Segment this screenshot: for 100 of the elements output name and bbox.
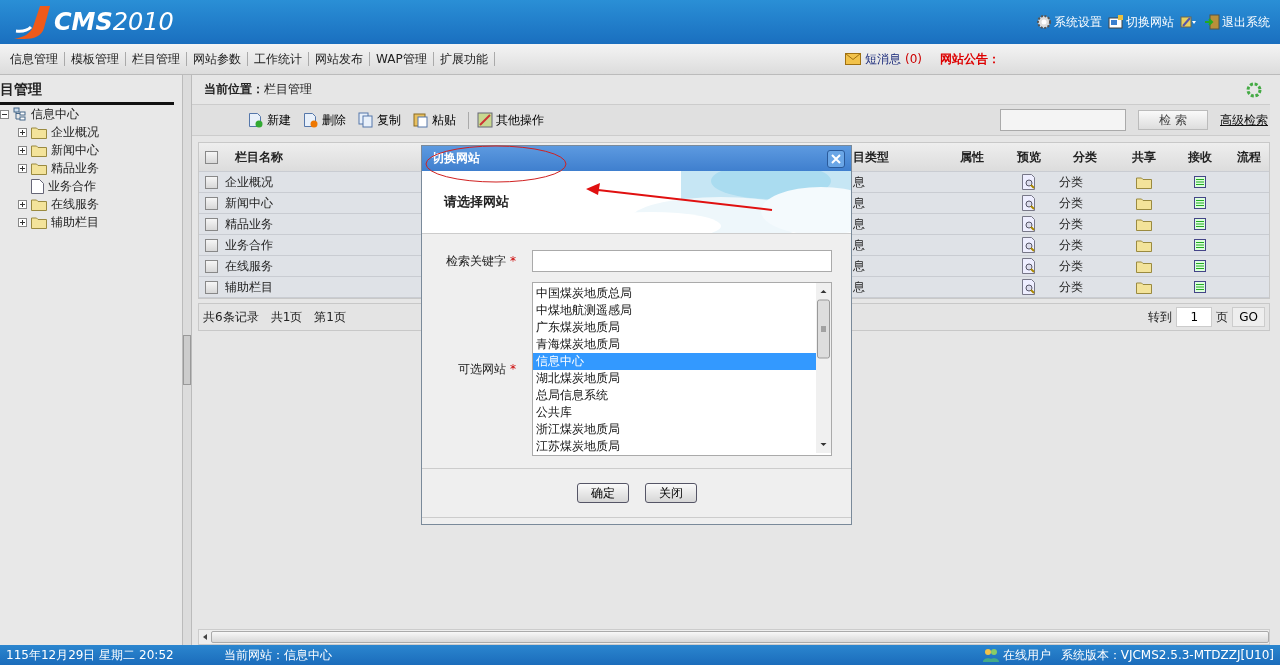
sidebar-title: 目管理: [0, 75, 174, 105]
site-option[interactable]: 公共库: [533, 404, 816, 421]
row-checkbox[interactable]: [205, 259, 218, 273]
header-link[interactable]: 系统设置: [1036, 13, 1102, 31]
dialog-heading: 请选择网站: [444, 193, 509, 211]
preview-icon[interactable]: [1021, 216, 1036, 232]
list-icon[interactable]: [1194, 239, 1206, 251]
table-cell: 精品业务: [225, 215, 273, 233]
table-cell: 辅助栏目: [225, 278, 273, 296]
preview-icon[interactable]: [1021, 237, 1036, 253]
table-cell: 息: [853, 236, 865, 254]
online-users-link[interactable]: 在线用户: [982, 646, 1051, 664]
preview-icon[interactable]: [1021, 195, 1036, 211]
expand-icon[interactable]: [18, 127, 27, 137]
menu-item[interactable]: 工作统计: [248, 52, 309, 66]
envelope-icon: [845, 53, 861, 65]
list-icon[interactable]: [1194, 218, 1206, 230]
list-icon[interactable]: [1194, 281, 1206, 293]
menu-item[interactable]: WAP管理: [370, 52, 434, 66]
select-all-checkbox[interactable]: [205, 150, 218, 164]
advanced-search-link[interactable]: 高级检索: [1220, 111, 1268, 129]
row-checkbox[interactable]: [205, 217, 218, 231]
table-cell: 新闻中心: [225, 194, 273, 212]
tree-item[interactable]: 新闻中心: [51, 141, 99, 159]
tree-item[interactable]: 信息中心: [31, 105, 79, 123]
header-link[interactable]: 切换网站: [1108, 13, 1174, 31]
field-label: 检索关键字 *: [445, 252, 517, 270]
site-option[interactable]: 湖北煤炭地质局: [533, 370, 816, 387]
menu-item[interactable]: 网站参数: [187, 52, 248, 66]
site-listbox[interactable]: 中国煤炭地质总局 中煤地航测遥感局 广东煤炭地质局 青海煤炭地质局 信息中心 湖北煤炭地质局 总局信息系统 公共库 浙江煤炭地质局 江苏煤炭地质局: [532, 282, 832, 456]
row-checkbox[interactable]: [205, 238, 218, 252]
collapse-icon[interactable]: [0, 109, 9, 119]
table-cell: 分类: [1059, 257, 1083, 275]
column-header: 目类型: [853, 148, 889, 166]
messages-link[interactable]: 短消息 (0): [845, 50, 922, 68]
toolbar-button[interactable]: 复制: [358, 111, 401, 129]
toolbar-button[interactable]: 其他操作: [468, 111, 544, 129]
splitter-handle[interactable]: [183, 335, 191, 385]
table-cell: 息: [853, 173, 865, 191]
list-icon[interactable]: [1194, 260, 1206, 272]
preview-icon[interactable]: [1021, 258, 1036, 274]
menu-item[interactable]: 栏目管理: [126, 52, 187, 66]
menu-item[interactable]: 网站发布: [309, 52, 370, 66]
list-icon[interactable]: [1194, 197, 1206, 209]
toolbar-button[interactable]: 粘贴: [413, 111, 456, 129]
row-checkbox[interactable]: [205, 280, 218, 294]
dialog-button[interactable]: 确定: [576, 483, 629, 503]
menu-item[interactable]: 扩展功能: [433, 52, 495, 66]
toolbar-button[interactable]: 删除: [303, 111, 346, 129]
tree-item[interactable]: 业务合作: [48, 177, 96, 195]
tree-item[interactable]: 企业概况: [51, 123, 99, 141]
close-icon: [831, 153, 841, 164]
folder-icon: [1135, 280, 1152, 294]
site-option[interactable]: 中国煤炭地质总局: [533, 285, 816, 302]
column-header: 属性: [960, 148, 984, 166]
search-button[interactable]: 检 索: [1138, 110, 1208, 130]
notice-label: 网站公告：: [940, 50, 1000, 68]
menu-item[interactable]: 信息管理: [4, 52, 65, 66]
site-option[interactable]: 广东煤炭地质局: [533, 319, 816, 336]
expand-icon[interactable]: [18, 145, 27, 155]
site-option[interactable]: 浙江煤炭地质局: [533, 421, 816, 438]
page-field[interactable]: 1: [1176, 307, 1213, 327]
toolbar-button[interactable]: 新建: [248, 111, 291, 129]
search-field[interactable]: [1000, 109, 1126, 131]
list-icon[interactable]: [1194, 176, 1206, 188]
site-option[interactable]: 青海煤炭地质局: [533, 336, 816, 353]
record-count: 共6条记录: [203, 308, 259, 326]
horizontal-scrollbar[interactable]: [198, 629, 1270, 645]
go-button[interactable]: GO: [1232, 307, 1265, 327]
page-count: 共1页: [270, 308, 303, 326]
tree-item[interactable]: 辅助栏目: [51, 213, 99, 231]
preview-icon[interactable]: [1021, 174, 1036, 190]
expand-icon[interactable]: [18, 163, 27, 173]
tools-icon: [477, 112, 493, 128]
expand-icon[interactable]: [18, 199, 27, 209]
goto-label: 转到: [1148, 308, 1173, 326]
menu-item[interactable]: 模板管理: [65, 52, 126, 66]
folder-icon: [1135, 175, 1152, 189]
current-site: 当前网站：信息中心: [223, 646, 332, 664]
status-date: 115年12月29日 星期二 20:52: [6, 646, 174, 664]
close-button[interactable]: [827, 149, 845, 168]
dialog-button[interactable]: 关闭: [644, 483, 697, 503]
site-option[interactable]: 中煤地航测遥感局: [533, 302, 816, 319]
folder-icon: [31, 197, 47, 211]
vertical-scrollbar[interactable]: [816, 283, 831, 453]
site-option[interactable]: 江苏煤炭地质局: [533, 438, 816, 455]
column-header: 分类: [1073, 148, 1097, 166]
tree-item[interactable]: 在线服务: [51, 195, 99, 213]
table-cell: 分类: [1059, 194, 1083, 212]
keyword-field[interactable]: [532, 250, 832, 272]
header-link[interactable]: 退出系统: [1204, 13, 1270, 31]
row-checkbox[interactable]: [205, 175, 218, 189]
folder-icon: [31, 125, 47, 139]
site-option[interactable]: 总局信息系统: [533, 387, 816, 404]
expand-icon[interactable]: [18, 217, 27, 227]
folder-icon: [1135, 196, 1152, 210]
breadcrumb: 当前位置：栏目管理: [204, 81, 312, 98]
preview-icon[interactable]: [1021, 279, 1036, 295]
tree-item[interactable]: 精品业务: [51, 159, 99, 177]
row-checkbox[interactable]: [205, 196, 218, 210]
